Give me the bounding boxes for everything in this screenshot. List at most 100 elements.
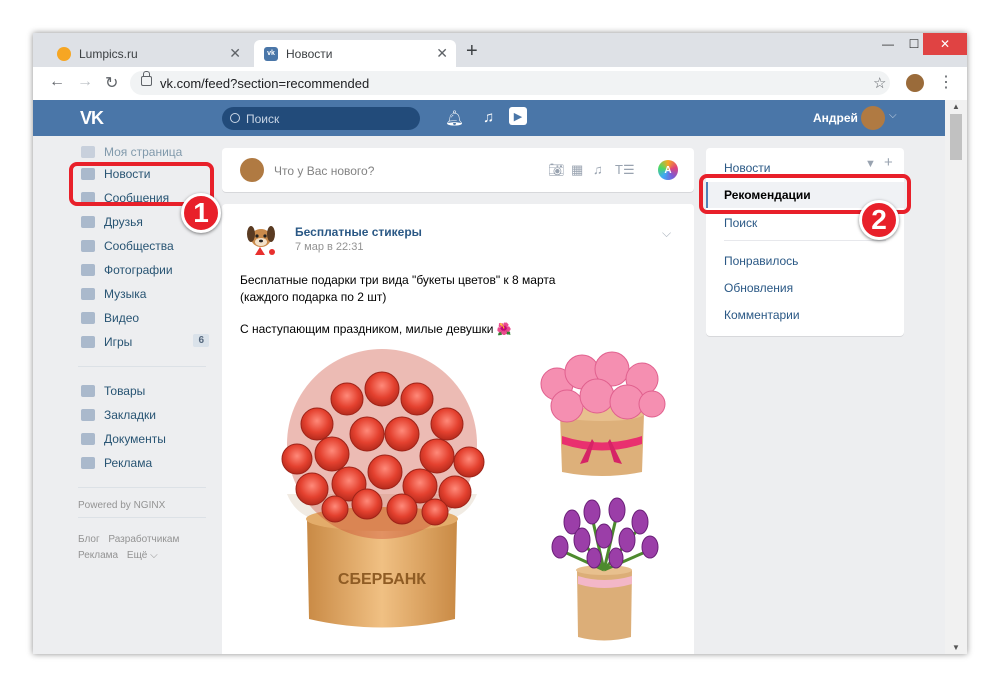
- filter-icon[interactable]: ▼: [865, 158, 876, 170]
- bookmark-star-icon[interactable]: ☆: [873, 74, 886, 92]
- right-item-label: Понравилось: [724, 254, 799, 268]
- tab-title: Новости: [286, 46, 333, 61]
- right-item-comments[interactable]: Комментарии: [706, 302, 904, 328]
- page-scrollbar[interactable]: ▲ ▼: [945, 100, 967, 654]
- play-icon[interactable]: ▶: [509, 107, 527, 125]
- tab-lumpics[interactable]: Lumpics.ru ✕: [47, 40, 249, 67]
- step-badge-2: 2: [859, 200, 899, 240]
- megaphone-icon: [81, 457, 95, 469]
- menu-divider: [78, 354, 206, 367]
- menu-item-groups[interactable]: Сообщества: [78, 234, 213, 258]
- vk-favicon-icon: vk: [264, 46, 278, 61]
- lumpics-favicon-icon: [57, 46, 71, 61]
- menu-item-games[interactable]: Игры 6: [78, 330, 213, 354]
- vk-header: VK Поиск 🔔︎ ♫ ▶ Андрей ⌵: [33, 100, 945, 136]
- bag-icon: [81, 385, 95, 397]
- menu-label: Музыка: [104, 287, 147, 301]
- text-format-icon[interactable]: T☰: [615, 162, 635, 178]
- dog-avatar-icon[interactable]: [242, 220, 280, 260]
- document-icon: [81, 433, 95, 445]
- browser-window: Lumpics.ru ✕ vk Новости ✕ + — ☐ ✕ ← → ↻ …: [33, 33, 967, 654]
- search-input[interactable]: Поиск: [222, 107, 420, 130]
- tab-news[interactable]: vk Новости ✕: [254, 40, 456, 67]
- feed-post: Бесплатные стикеры 7 мар в 22:31 ⌵ Беспл…: [222, 204, 694, 654]
- address-bar: ← → ↻ vk.com/feed?section=recommended ☆ …: [33, 67, 967, 101]
- right-item-label: Обновления: [724, 281, 794, 295]
- menu-item-music[interactable]: Музыка: [78, 282, 213, 306]
- peonies-bouquet-image[interactable]: [532, 344, 672, 479]
- scroll-down-icon[interactable]: ▼: [952, 643, 960, 652]
- ai-badge-icon[interactable]: A: [658, 160, 678, 180]
- composer-placeholder[interactable]: Что у Вас нового?: [274, 164, 374, 178]
- games-count-badge: 6: [193, 334, 209, 347]
- menu-label: Друзья: [104, 215, 143, 229]
- right-item-label: Комментарии: [724, 308, 800, 322]
- menu-divider: [78, 511, 206, 518]
- close-window-button[interactable]: ✕: [923, 33, 967, 55]
- vk-logo[interactable]: VK: [80, 108, 104, 129]
- camera-icon[interactable]: 📷︎: [548, 162, 565, 178]
- video-icon: [81, 312, 95, 324]
- menu-label: Видео: [104, 311, 140, 325]
- menu-item-ads[interactable]: Реклама: [78, 451, 213, 475]
- tab-bar: Lumpics.ru ✕ vk Новости ✕ + — ☐ ✕: [33, 33, 967, 67]
- footer-links: Блог Разработчикам Реклама Ещё ⌵: [78, 532, 213, 564]
- search-placeholder: Поиск: [246, 111, 280, 126]
- url-field[interactable]: vk.com/feed?section=recommended: [130, 71, 890, 95]
- scroll-up-icon[interactable]: ▲: [952, 102, 960, 111]
- menu-item-video[interactable]: Видео: [78, 306, 213, 330]
- music-icon[interactable]: ♫: [593, 162, 603, 177]
- menu-divider: [78, 475, 206, 488]
- search-icon: [230, 113, 240, 123]
- plus-icon[interactable]: +: [884, 154, 893, 171]
- close-tab-icon[interactable]: ✕: [436, 45, 448, 62]
- footer-link-dev[interactable]: Разработчикам: [108, 534, 179, 545]
- post-author[interactable]: Бесплатные стикеры: [295, 225, 422, 239]
- close-tab-icon[interactable]: ✕: [229, 45, 241, 62]
- post-text: Бесплатные подарки три вида "букеты цвет…: [240, 272, 555, 338]
- chevron-down-icon[interactable]: ⌵: [889, 110, 897, 121]
- new-tab-button[interactable]: +: [466, 41, 478, 61]
- menu-label: Реклама: [104, 456, 153, 470]
- right-item-updates[interactable]: Обновления: [706, 275, 904, 301]
- menu-item-documents[interactable]: Документы: [78, 427, 213, 451]
- user-avatar[interactable]: [861, 106, 885, 130]
- right-item-label: Поиск: [724, 216, 758, 230]
- video-icon[interactable]: ▦: [571, 162, 583, 178]
- roses-bouquet-image[interactable]: СБЕРБАНК: [257, 344, 507, 649]
- step-badge-1: 1: [181, 193, 221, 233]
- menu-label: Игры: [104, 335, 133, 349]
- bell-icon[interactable]: 🔔︎: [445, 109, 464, 127]
- lock-icon: [141, 71, 152, 86]
- menu-item-my-page[interactable]: Моя страница: [78, 142, 213, 162]
- menu-label: Документы: [104, 432, 166, 446]
- right-item-liked[interactable]: Понравилось: [706, 248, 904, 274]
- back-arrow-icon[interactable]: ←: [49, 73, 65, 91]
- post-composer[interactable]: Что у Вас нового? 📷︎ ▦ ♫ T☰ A: [222, 148, 694, 192]
- menu-item-photos[interactable]: Фотографии: [78, 258, 213, 282]
- menu-item-bookmarks[interactable]: Закладки: [78, 403, 213, 427]
- menu-label: Закладки: [104, 408, 156, 422]
- tab-title: Lumpics.ru: [79, 46, 138, 61]
- groups-icon: [81, 240, 95, 252]
- scroll-thumb[interactable]: [950, 114, 962, 160]
- footer-link-blog[interactable]: Блог: [78, 534, 100, 545]
- menu-kebab-icon[interactable]: ⋮: [938, 72, 954, 92]
- footer-link-more[interactable]: Ещё ⌵: [127, 550, 158, 561]
- music-icon[interactable]: ♫: [483, 109, 494, 126]
- menu-item-goods[interactable]: Товары: [78, 379, 213, 403]
- url-text: vk.com/feed?section=recommended: [160, 75, 370, 91]
- profile-avatar[interactable]: [906, 74, 924, 92]
- menu-label: Фотографии: [104, 263, 173, 277]
- user-name[interactable]: Андрей: [813, 111, 858, 125]
- post-line: С наступающим праздником, милые девушки …: [240, 322, 512, 336]
- forward-arrow-icon[interactable]: →: [77, 73, 93, 91]
- post-menu-chevron-icon[interactable]: ⌵: [662, 226, 671, 241]
- games-icon: [81, 336, 95, 348]
- reload-icon[interactable]: ↻: [105, 73, 118, 93]
- tulips-bouquet-image[interactable]: [542, 492, 667, 642]
- friends-icon: [81, 216, 95, 228]
- post-line: Бесплатные подарки три вида "букеты цвет…: [240, 273, 556, 287]
- post-date[interactable]: 7 мар в 22:31: [295, 241, 363, 253]
- footer-link-ads[interactable]: Реклама: [78, 550, 118, 561]
